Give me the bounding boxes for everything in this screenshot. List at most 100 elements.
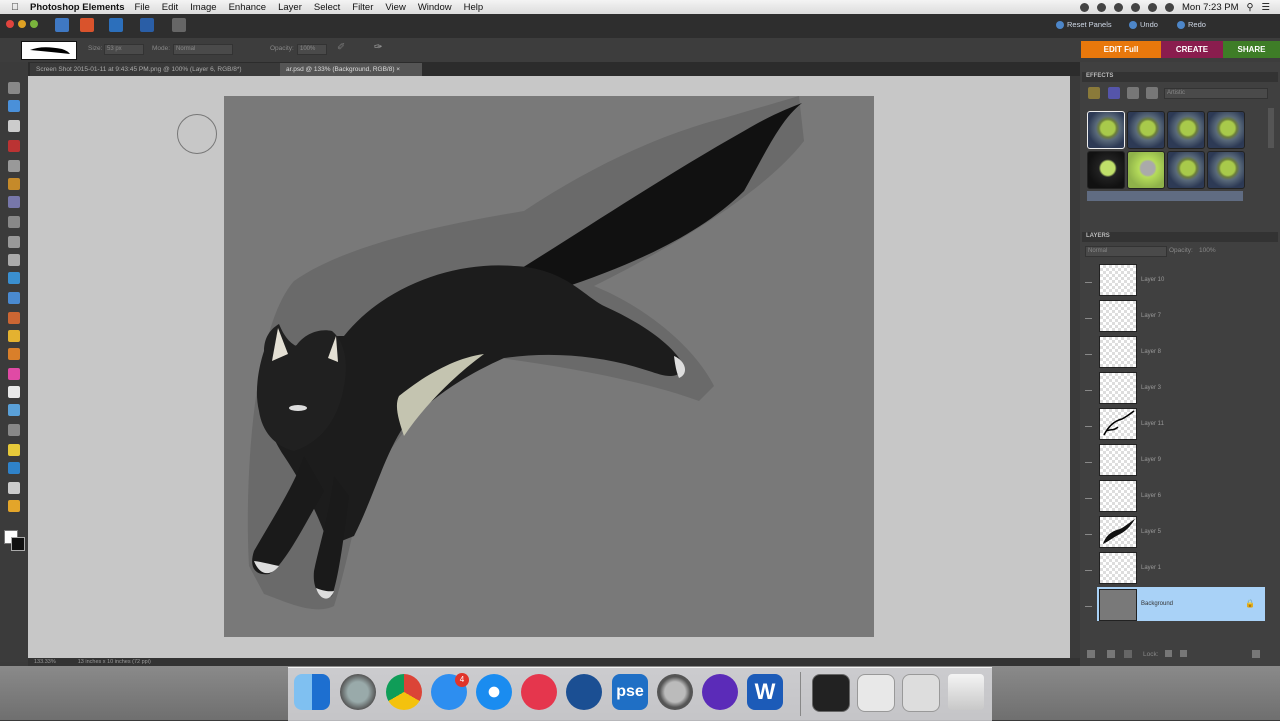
layer-thumbnail[interactable] (1099, 552, 1137, 584)
blur-tool-icon[interactable] (8, 462, 20, 474)
undo-button[interactable]: Undo (1129, 20, 1158, 29)
visibility-eye-icon[interactable] (1085, 495, 1092, 499)
layer-thumbnail[interactable] (1099, 408, 1137, 440)
visibility-eye-icon[interactable] (1085, 387, 1092, 391)
type-tool-icon[interactable] (8, 236, 20, 248)
effects-category-select[interactable]: Artistic (1164, 88, 1268, 99)
screenshot-file-icon[interactable] (812, 674, 850, 712)
selection-brush-tool-icon[interactable] (8, 216, 20, 228)
sponge-tool-icon[interactable] (8, 482, 20, 494)
layer-thumbnail[interactable] (1099, 336, 1137, 368)
downloads-stack-icon[interactable] (857, 674, 895, 712)
close-window-icon[interactable] (6, 20, 14, 28)
filters-icon[interactable] (1088, 87, 1100, 99)
menu-image[interactable]: Image (190, 2, 216, 13)
effect-thumbnail[interactable] (1087, 111, 1125, 149)
reset-panels-button[interactable]: Reset Panels (1056, 20, 1112, 29)
visibility-eye-icon[interactable] (1085, 567, 1092, 571)
lasso-tool-icon[interactable] (8, 178, 20, 190)
lock-transparent-icon[interactable] (1165, 650, 1172, 657)
brush-preset-picker[interactable] (21, 41, 77, 60)
menu-layer[interactable]: Layer (278, 2, 302, 13)
safari-icon[interactable] (476, 674, 512, 710)
photoshop-elements-dock-icon[interactable]: pse (612, 674, 648, 710)
layer-name[interactable]: Layer 1 (1141, 565, 1161, 571)
visibility-eye-icon[interactable] (1085, 423, 1092, 427)
visibility-eye-icon[interactable] (1085, 603, 1092, 607)
word-icon[interactable]: W (747, 674, 783, 710)
airbrush-icon[interactable]: ✐ (337, 42, 345, 53)
eyedropper-tool-icon[interactable] (8, 140, 20, 152)
menu-filter[interactable]: Filter (352, 2, 373, 13)
layer-thumbnail[interactable] (1099, 300, 1137, 332)
zoom-window-icon[interactable] (30, 20, 38, 28)
menu-file[interactable]: File (134, 2, 149, 13)
lock-all-icon[interactable] (1180, 650, 1187, 657)
background-color-swatch[interactable] (11, 537, 25, 551)
opacity-field[interactable]: 100% (297, 44, 327, 55)
organizer-icon[interactable] (55, 18, 69, 32)
app-menu[interactable]: Photoshop Elements (30, 2, 124, 13)
redo-button[interactable]: Redo (1177, 20, 1206, 29)
menu-window[interactable]: Window (418, 2, 452, 13)
layer-opacity-value[interactable]: 100% (1199, 247, 1216, 254)
layer-name[interactable]: Layer 8 (1141, 349, 1161, 355)
spot-healing-tool-icon[interactable] (8, 292, 20, 304)
arrange-icon[interactable] (172, 18, 186, 32)
itunes-icon[interactable] (521, 674, 557, 710)
menu-edit[interactable]: Edit (162, 2, 178, 13)
quicktime-icon[interactable] (566, 674, 602, 710)
visibility-eye-icon[interactable] (1085, 315, 1092, 319)
marquee-tool-icon[interactable] (8, 160, 20, 172)
visibility-eye-icon[interactable] (1085, 531, 1092, 535)
red-eye-tool-icon[interactable] (8, 272, 20, 284)
layer-thumbnail[interactable] (1099, 372, 1137, 404)
effects-thumbnail-row-partial[interactable] (1087, 191, 1243, 201)
zoom-level[interactable]: 133.33% (34, 658, 56, 666)
straighten-tool-icon[interactable] (8, 500, 20, 512)
system-preferences-icon[interactable] (657, 674, 693, 710)
imovie-icon[interactable] (702, 674, 738, 710)
apple-menu-icon[interactable]:  (0, 2, 30, 13)
documents-stack-icon[interactable] (902, 674, 940, 712)
effect-thumbnail[interactable] (1127, 111, 1165, 149)
tablet-options-icon[interactable]: ✑ (374, 42, 382, 53)
lock-icon[interactable]: 🔒 (1245, 599, 1255, 608)
chrome-icon[interactable] (386, 674, 422, 710)
new-fill-layer-icon[interactable] (1107, 650, 1115, 658)
menu-select[interactable]: Select (314, 2, 340, 13)
launchpad-icon[interactable] (340, 674, 376, 710)
vertical-scrollbar[interactable] (1070, 76, 1080, 658)
menu-view[interactable]: View (385, 2, 405, 13)
share-button[interactable]: SHARE (1223, 41, 1280, 58)
visibility-eye-icon[interactable] (1085, 279, 1092, 283)
gradient-tool-icon[interactable] (8, 424, 20, 436)
layer-name[interactable]: Layer 10 (1141, 277, 1164, 283)
bluetooth-icon[interactable] (1114, 2, 1123, 12)
layer-name[interactable]: Layer 6 (1141, 493, 1161, 499)
effect-thumbnail[interactable] (1207, 111, 1245, 149)
minimize-window-icon[interactable] (18, 20, 26, 28)
dropbox-status-icon[interactable] (1080, 2, 1089, 12)
document-image[interactable] (224, 96, 874, 637)
spotlight-icon[interactable]: ⚲ (1247, 2, 1254, 13)
tab-ar-psd[interactable]: ar.psd @ 133% (Background, RGB/8) × (280, 63, 422, 76)
visibility-eye-icon[interactable] (1085, 351, 1092, 355)
text-tool-shortcut-icon[interactable] (140, 18, 154, 32)
new-file-icon[interactable] (109, 18, 123, 32)
trash-icon[interactable] (948, 674, 984, 710)
brush-tool-icon[interactable] (8, 368, 20, 380)
horizontal-scrollbar[interactable] (28, 658, 1080, 666)
layer-name[interactable]: Layer 3 (1141, 385, 1161, 391)
zoom-tool-icon[interactable] (8, 100, 20, 112)
effects-scrollbar[interactable] (1268, 108, 1274, 148)
effect-thumbnail[interactable] (1167, 111, 1205, 149)
create-button[interactable]: CREATE (1161, 41, 1223, 58)
layer-name[interactable]: Background (1141, 601, 1173, 607)
effect-thumbnail[interactable] (1127, 151, 1165, 189)
shape-tool-icon[interactable] (8, 444, 20, 456)
battery-icon[interactable] (1165, 2, 1174, 12)
pencil-tool-icon[interactable] (8, 330, 20, 342)
layer-styles-icon[interactable] (1108, 87, 1120, 99)
paint-bucket-tool-icon[interactable] (8, 404, 20, 416)
